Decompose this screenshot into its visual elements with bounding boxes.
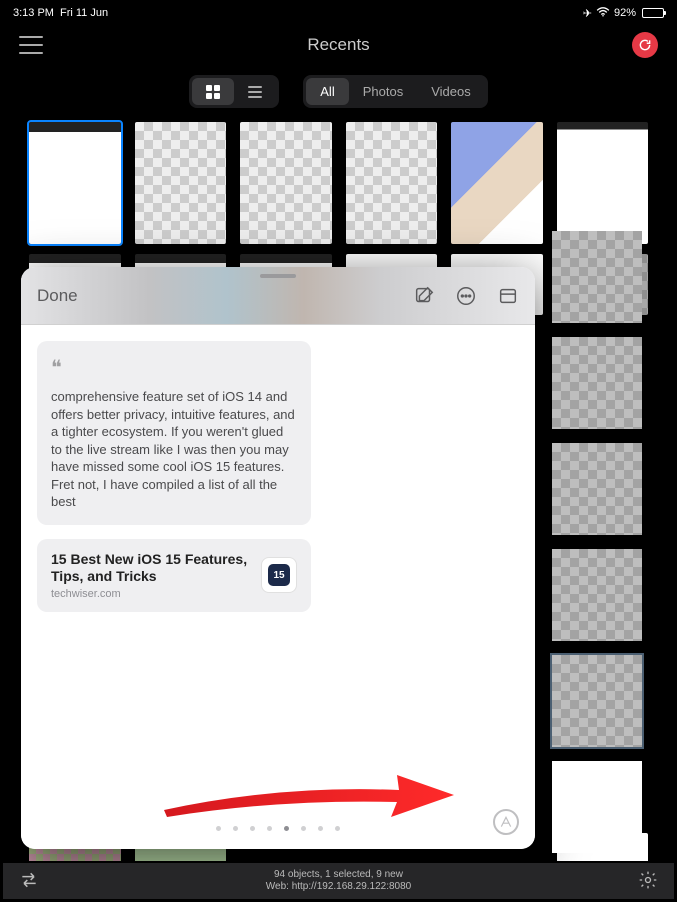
page-indicator[interactable]: [216, 826, 340, 831]
nav-bar: Recents: [3, 23, 674, 67]
quote-icon: ❝: [51, 355, 297, 382]
footer-url: Web: http://192.168.29.122:8080: [266, 881, 412, 894]
link-title: 15 Best New iOS 15 Features, Tips, and T…: [51, 551, 251, 586]
wifi-icon: [596, 7, 610, 20]
battery-icon: [642, 8, 664, 18]
status-date: Fri 11 Jun: [60, 7, 108, 19]
popover-body[interactable]: ❝ comprehensive feature set of iOS 14 an…: [21, 325, 535, 849]
airplane-icon: ✈︎: [583, 7, 592, 20]
done-button[interactable]: Done: [37, 286, 78, 306]
thumbnail[interactable]: [451, 122, 543, 244]
thumbnail[interactable]: [557, 122, 649, 244]
thumbnail[interactable]: [135, 122, 227, 244]
thumbnail[interactable]: [552, 549, 642, 641]
link-card[interactable]: 15 Best New iOS 15 Features, Tips, and T…: [37, 539, 311, 612]
annotation-button[interactable]: [493, 809, 519, 835]
link-badge: 15: [268, 564, 290, 586]
transfer-icon: [19, 870, 39, 890]
filter-all[interactable]: All: [306, 78, 348, 105]
popover-header: Done: [21, 267, 535, 325]
thumbnail-column-right: [552, 231, 642, 853]
note-preview-popover: Done ❝ comprehensive feature set of iOS …: [21, 267, 535, 849]
battery-pct: 92%: [614, 7, 636, 19]
thumbnail[interactable]: [552, 231, 642, 323]
settings-button[interactable]: [638, 870, 658, 893]
view-list-button[interactable]: [234, 78, 276, 105]
thumbnail[interactable]: [552, 443, 642, 535]
drag-handle[interactable]: [260, 274, 296, 278]
filter-photos[interactable]: Photos: [349, 78, 417, 105]
list-icon: [248, 86, 262, 98]
menu-button[interactable]: [19, 36, 43, 54]
thumbnail[interactable]: [552, 761, 642, 853]
panel-icon[interactable]: [497, 285, 519, 307]
view-mode-segment: [189, 75, 279, 108]
quote-card: ❝ comprehensive feature set of iOS 14 an…: [37, 341, 311, 525]
thumbnail[interactable]: [552, 337, 642, 429]
status-time: 3:13 PM: [13, 7, 54, 19]
compose-icon[interactable]: [413, 285, 435, 307]
footer-status: 94 objects, 1 selected, 9 new: [266, 869, 412, 882]
filter-videos[interactable]: Videos: [417, 78, 485, 105]
transfer-button[interactable]: [19, 870, 39, 893]
filter-segment: All Photos Videos: [303, 75, 487, 108]
page-title: Recents: [307, 35, 369, 55]
note-text: comprehensive feature set of iOS 14 and …: [51, 388, 297, 511]
sync-icon: [638, 38, 652, 52]
view-grid-button[interactable]: [192, 78, 234, 105]
thumbnail[interactable]: [346, 122, 438, 244]
thumbnail[interactable]: [29, 122, 121, 244]
gear-icon: [638, 870, 658, 890]
view-controls: All Photos Videos: [3, 67, 674, 122]
thumbnail[interactable]: [240, 122, 332, 244]
link-domain: techwiser.com: [51, 588, 251, 600]
status-bar: 3:13 PM Fri 11 Jun ✈︎ 92%: [3, 3, 674, 23]
sync-button[interactable]: [632, 32, 658, 58]
multitask-dots[interactable]: •••: [328, 0, 349, 5]
bottom-bar: 94 objects, 1 selected, 9 new Web: http:…: [3, 863, 674, 899]
link-thumbnail: 15: [261, 557, 297, 593]
thumbnail[interactable]: [552, 655, 642, 747]
grid-icon: [206, 85, 220, 99]
more-icon[interactable]: [455, 285, 477, 307]
